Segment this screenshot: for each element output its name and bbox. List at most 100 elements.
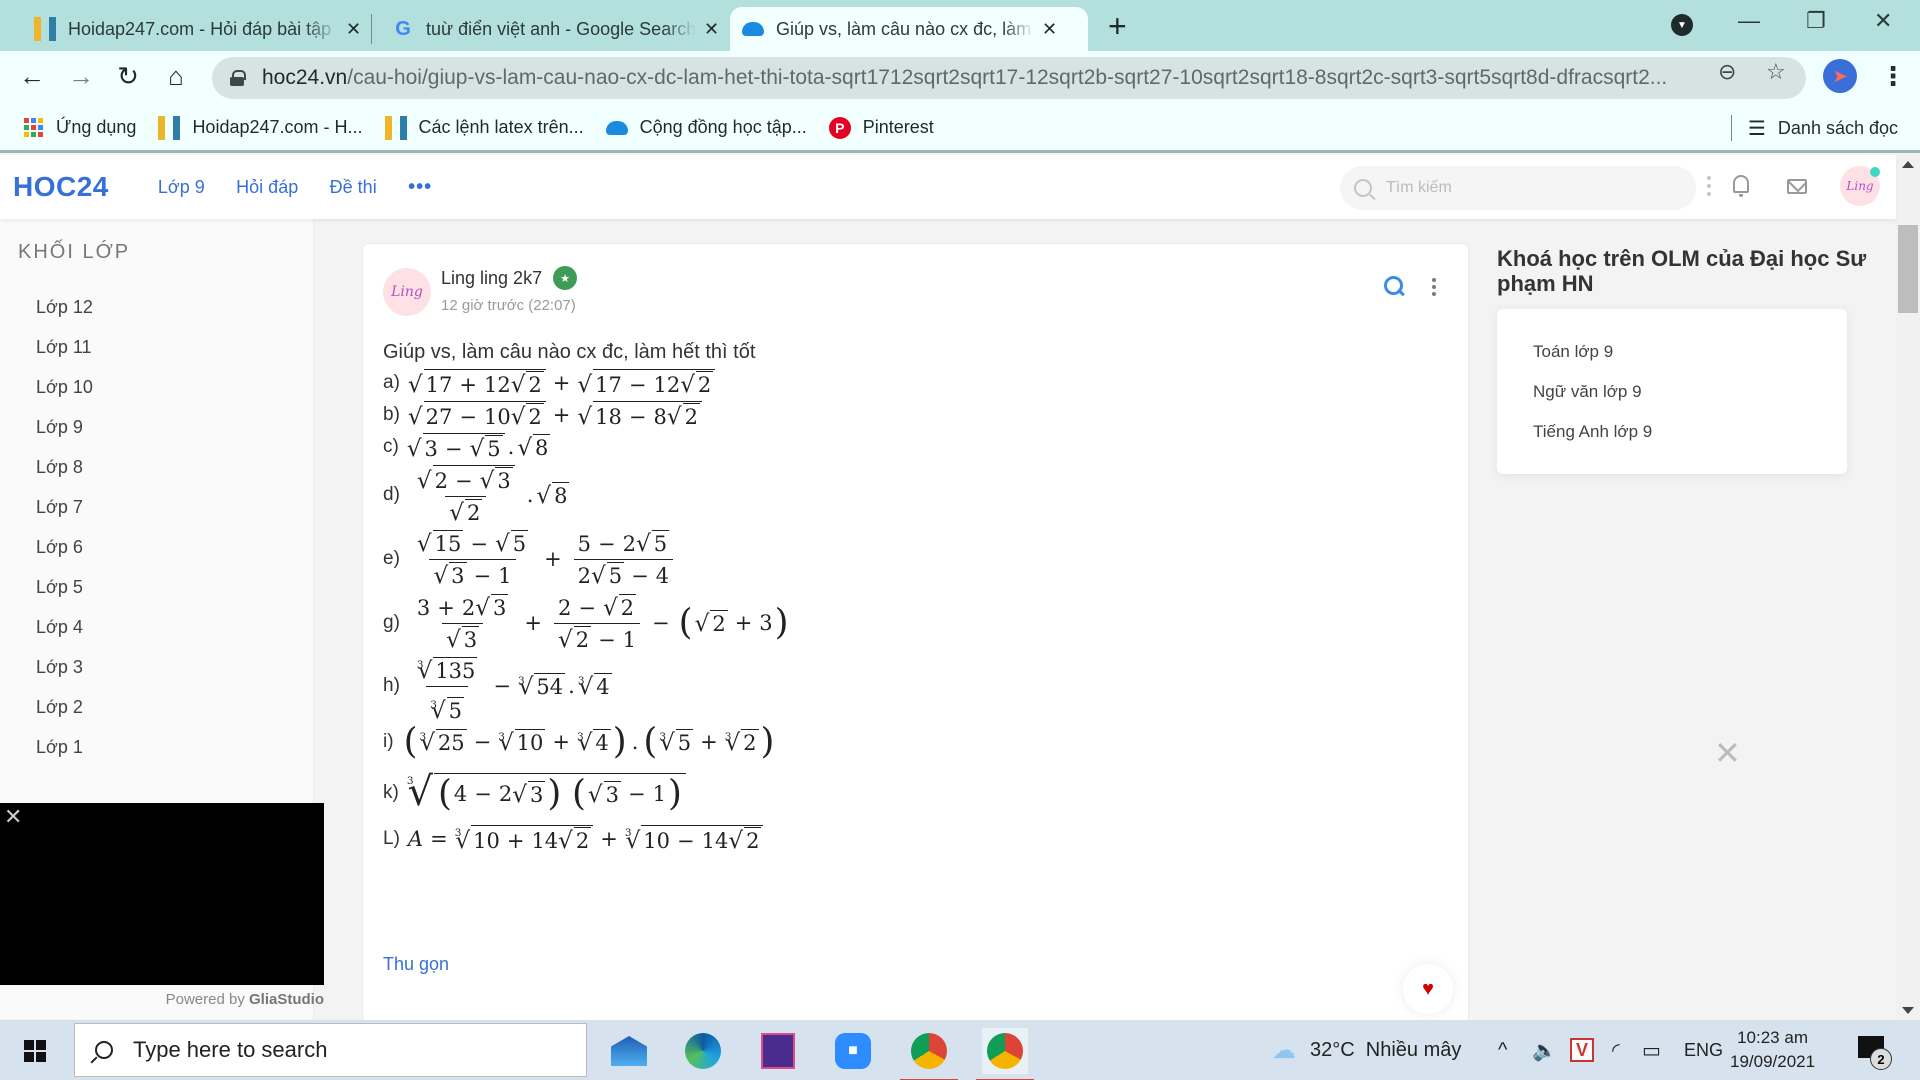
nav-lop-9[interactable]: Lớp 9	[158, 177, 205, 197]
sidebar-item-lop-2[interactable]: Lớp 2	[36, 687, 93, 727]
chrome-icon[interactable]	[900, 1028, 958, 1080]
sidebar-item-lop-1[interactable]: Lớp 1	[36, 727, 93, 767]
sidebar-item-lop-10[interactable]: Lớp 10	[36, 367, 93, 407]
new-tab-button[interactable]: +	[1108, 8, 1127, 45]
tab-hoidap247[interactable]: Hoidap247.com - Hỏi đáp bài tập ✕	[22, 7, 373, 51]
post-time: 12 giờ trước (22:07)	[441, 297, 576, 314]
media-control-icon[interactable]: ▼	[1671, 14, 1693, 36]
sidebar-item-lop-9[interactable]: Lớp 9	[36, 407, 93, 447]
language-indicator[interactable]: ENG	[1684, 1020, 1723, 1080]
scroll-up-arrow-icon[interactable]	[1902, 161, 1914, 168]
course-item-toan[interactable]: Toán lớp 9	[1533, 332, 1652, 372]
windows-start-icon[interactable]	[24, 1040, 46, 1062]
chrome-profile-icon[interactable]	[976, 1028, 1034, 1080]
forward-button[interactable]: →	[65, 61, 97, 92]
bookmark-olm[interactable]: Cộng đồng học tập...	[605, 117, 807, 139]
sidebar-item-lop-11[interactable]: Lớp 11	[36, 327, 93, 367]
battery-icon[interactable]: ▭	[1642, 1020, 1661, 1080]
nav-de-thi[interactable]: Đề thi	[330, 177, 377, 197]
scroll-thumb[interactable]	[1898, 225, 1918, 313]
mail-icon[interactable]	[1787, 179, 1807, 194]
google-icon: G	[395, 17, 411, 40]
lock-icon[interactable]	[230, 70, 246, 86]
scroll-down-arrow-icon[interactable]	[1902, 1007, 1914, 1014]
bookmark-label: Ứng dụng	[56, 117, 137, 137]
close-tab-icon[interactable]: ✕	[1042, 19, 1057, 40]
more-options-icon[interactable]	[1432, 278, 1436, 296]
sidebar-item-lop-12[interactable]: Lớp 12	[36, 287, 93, 327]
gliastudio-link[interactable]: GliaStudio	[249, 991, 324, 1008]
reading-list-button[interactable]: ☰ Danh sách đọc	[1730, 115, 1898, 141]
page-scrollbar[interactable]	[1896, 155, 1920, 1020]
bookmark-hoidap247[interactable]: Hoidap247.com - H...	[158, 115, 363, 140]
divider	[1730, 115, 1732, 141]
url-text[interactable]: hoc24.vn/cau-hoi/giup-vs-lam-cau-nao-cx-…	[262, 66, 1732, 90]
restore-button[interactable]: ❐	[1806, 8, 1826, 34]
close-ad-icon[interactable]: ✕	[4, 804, 22, 830]
course-item-tieng-anh[interactable]: Tiếng Anh lớp 9	[1533, 412, 1652, 452]
problem-d: d) √ 2− √ 3 √ 2 . √ 8	[383, 463, 791, 527]
author-name[interactable]: Ling ling 2k7	[441, 268, 542, 289]
sidebar-item-lop-8[interactable]: Lớp 8	[36, 447, 93, 487]
problem-label: d)	[383, 484, 400, 505]
nav-hoi-dap[interactable]: Hỏi đáp	[236, 177, 298, 197]
collapse-link[interactable]: Thu gọn	[383, 954, 449, 975]
video-ad-player[interactable]: ✕	[0, 803, 324, 985]
tab-divider	[371, 14, 372, 44]
close-window-button[interactable]: ✕	[1874, 8, 1892, 34]
bookmark-latex[interactable]: Các lệnh latex trên...	[384, 115, 584, 140]
powered-by-label: Powered by GliaStudio	[165, 991, 324, 1008]
bookmark-apps[interactable]: Ứng dụng	[22, 117, 136, 139]
hoc24-logo[interactable]: HOC24	[13, 171, 109, 203]
zoom-out-icon[interactable]: ⊖	[1718, 59, 1736, 85]
sidebar-item-lop-5[interactable]: Lớp 5	[36, 567, 93, 607]
profile-avatar[interactable]: ➤	[1823, 59, 1857, 93]
zoom-icon[interactable]: ■	[830, 1028, 876, 1074]
back-button[interactable]: ←	[16, 61, 48, 92]
site-search[interactable]	[1340, 166, 1696, 210]
problem-label: g)	[383, 612, 400, 633]
word-game-icon[interactable]	[755, 1028, 801, 1074]
tab-google-search[interactable]: G tuừ điển việt anh - Google Search ✕	[380, 7, 731, 51]
header-vertical-dots-icon[interactable]	[1707, 176, 1711, 196]
sidebar-item-lop-7[interactable]: Lớp 7	[36, 487, 93, 527]
close-tab-icon[interactable]: ✕	[704, 19, 719, 40]
close-tab-icon[interactable]: ✕	[346, 19, 361, 40]
author-row: Ling ling 2k7 ★	[441, 266, 578, 290]
edge-icon[interactable]	[680, 1028, 726, 1074]
more-menu-icon[interactable]: •••	[408, 176, 432, 198]
author-avatar[interactable]: Ling	[383, 268, 431, 316]
problem-b: b) √ 27−10 √ 2 + √ 18−8 √ 2	[383, 399, 791, 431]
course-item-ngu-van[interactable]: Ngữ văn lớp 9	[1533, 372, 1652, 412]
chrome-menu-icon[interactable]: ⋮	[1880, 61, 1906, 92]
sidebar-item-lop-3[interactable]: Lớp 3	[36, 647, 93, 687]
bell-icon[interactable]	[1733, 175, 1749, 197]
close-ad-icon[interactable]: ✕	[1714, 734, 1741, 772]
cloud-sun-icon: ☁	[1272, 1036, 1296, 1064]
top-nav: Lớp 9 Hỏi đáp Đề thi •••	[131, 176, 432, 199]
minimize-button[interactable]: —	[1738, 8, 1760, 34]
sidebar-heading: KHỐI LỚP	[18, 241, 131, 263]
problem-e: e) √ 15− √ 5 √ 3−1 + 5−2 √ 5 2 √ 5−4	[383, 527, 791, 591]
tab-title: Giúp vs, làm câu nào cx đc, làm hết thì …	[776, 18, 1034, 39]
taskbar-search[interactable]: Type here to search	[74, 1023, 587, 1077]
like-button[interactable]: ♥	[1403, 964, 1453, 1014]
weather-widget[interactable]: ☁ 32°C Nhiều mây	[1272, 1020, 1461, 1080]
home-button[interactable]: ⌂	[160, 61, 192, 92]
bookmark-star-icon[interactable]: ☆	[1766, 59, 1786, 85]
clock[interactable]: 10:23 am 19/09/2021	[1730, 1026, 1815, 1074]
tab-active-question[interactable]: Giúp vs, làm câu nào cx đc, làm hết thì …	[730, 7, 1088, 51]
vietkey-icon[interactable]: V	[1570, 1020, 1594, 1080]
mail-icon[interactable]	[606, 1028, 652, 1074]
bookmark-pinterest[interactable]: P Pinterest	[828, 116, 934, 139]
volume-icon[interactable]: 🔈	[1532, 1020, 1557, 1080]
sidebar-item-lop-4[interactable]: Lớp 4	[36, 607, 93, 647]
reload-button[interactable]: ↻	[112, 61, 144, 92]
show-hidden-icons[interactable]: ^	[1498, 1020, 1507, 1080]
search-input[interactable]	[1386, 179, 1666, 197]
wifi-icon[interactable]: ◜	[1612, 1020, 1620, 1080]
question-card: Ling Ling ling 2k7 ★ 12 giờ trước (22:07…	[362, 243, 1469, 1023]
search-icon[interactable]	[1384, 276, 1404, 296]
address-bar[interactable]: hoc24.vn/cau-hoi/giup-vs-lam-cau-nao-cx-…	[212, 57, 1806, 99]
sidebar-item-lop-6[interactable]: Lớp 6	[36, 527, 93, 567]
